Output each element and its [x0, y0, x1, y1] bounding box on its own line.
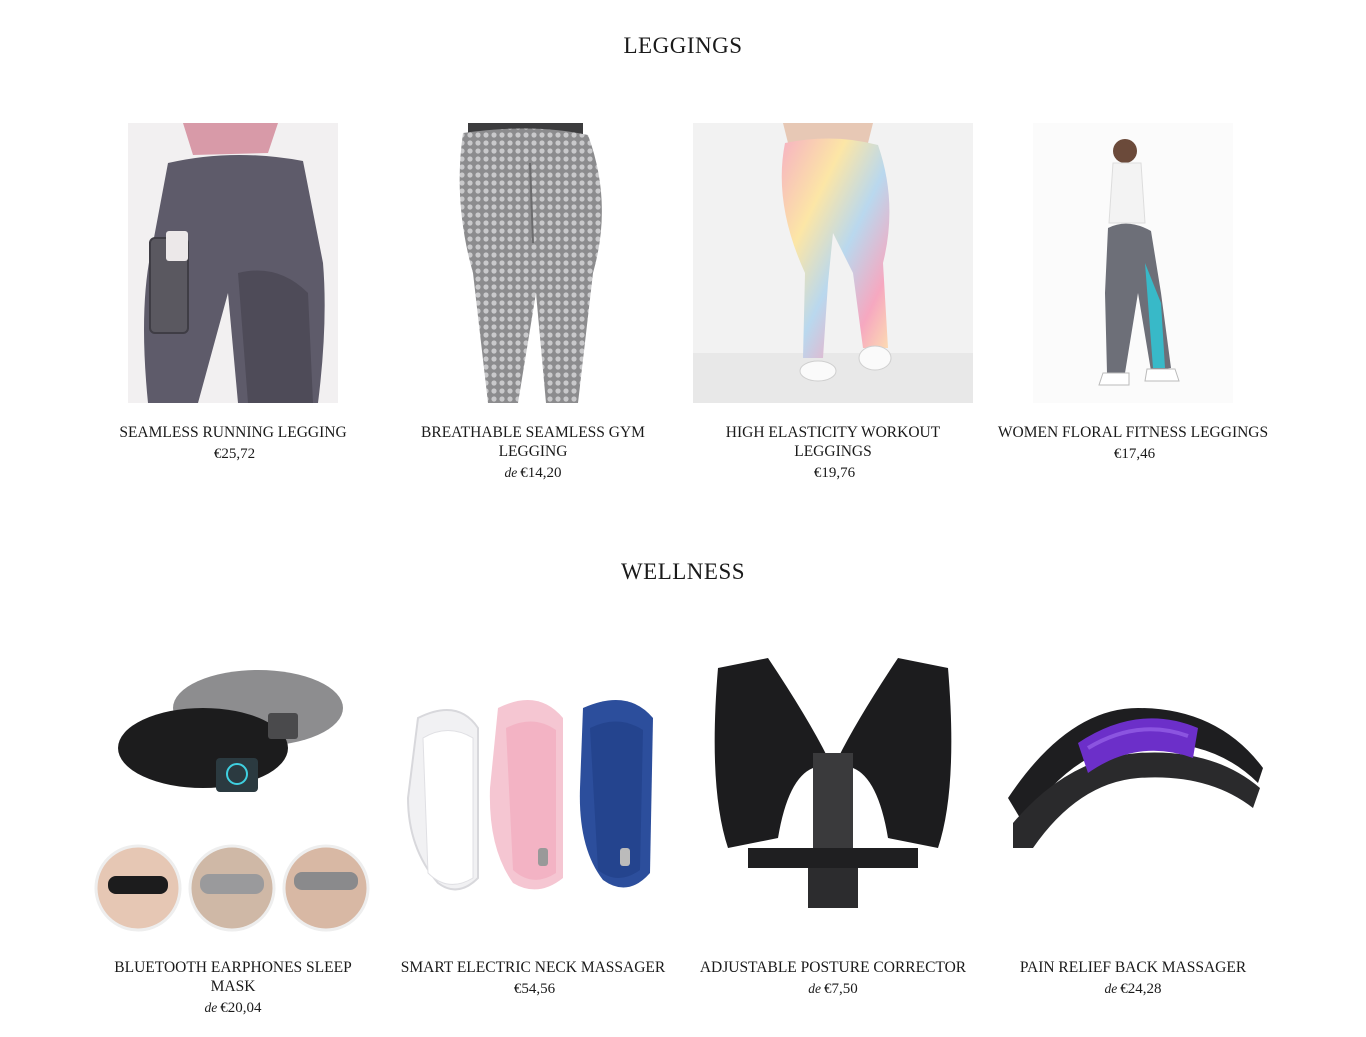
product-card-seamless-running-legging[interactable]: SEAMLESS RUNNING LEGGING €25,72	[88, 123, 378, 463]
product-image-seamless-running-legging[interactable]	[88, 123, 378, 403]
product-image-high-elasticity-workout-leggings[interactable]	[688, 123, 978, 403]
price-value: €54,56	[513, 981, 556, 997]
leggings-section: LEGGINGS SEAMLESS RUNNING LEGGING €25,72	[0, 0, 1366, 520]
product-price: de €24,28	[988, 981, 1278, 998]
product-image-bluetooth-earphones-sleep-mask[interactable]	[88, 648, 378, 938]
product-card-breathable-seamless-gym-legging[interactable]: BREATHABLE SEAMLESS GYM LEGGING de €14,20	[388, 123, 678, 482]
product-price: €17,46	[988, 446, 1278, 463]
product-image-pain-relief-back-massager[interactable]	[988, 648, 1278, 938]
product-price: €54,56	[388, 981, 678, 998]
product-image-breathable-seamless-gym-legging[interactable]	[388, 123, 678, 403]
price-prefix: de	[1104, 981, 1118, 996]
product-name[interactable]: HIGH ELASTICITY WORKOUT LEGGINGS	[688, 423, 978, 461]
product-price: de €20,04	[88, 1000, 378, 1017]
product-card-women-floral-fitness-leggings[interactable]: WOMEN FLORAL FITNESS LEGGINGS €17,46	[988, 123, 1278, 463]
price-prefix: de	[504, 465, 518, 480]
product-price: €19,76	[688, 465, 978, 482]
price-prefix: de	[204, 1000, 218, 1015]
product-name[interactable]: BREATHABLE SEAMLESS GYM LEGGING	[388, 423, 678, 461]
price-value: €7,50	[824, 981, 858, 997]
product-price: €25,72	[88, 446, 378, 463]
product-card-bluetooth-earphones-sleep-mask[interactable]: BLUETOOTH EARPHONES SLEEP MASK de €20,04	[88, 648, 378, 1017]
product-price: de €14,20	[388, 465, 678, 482]
price-value: €20,04	[220, 1000, 262, 1016]
product-name[interactable]: BLUETOOTH EARPHONES SLEEP MASK	[88, 958, 378, 996]
product-name[interactable]: SMART ELECTRIC NECK MASSAGER	[388, 958, 678, 977]
product-card-smart-electric-neck-massager[interactable]: SMART ELECTRIC NECK MASSAGER €54,56	[388, 648, 678, 998]
product-image-women-floral-fitness-leggings[interactable]	[988, 123, 1278, 403]
product-name[interactable]: ADJUSTABLE POSTURE CORRECTOR	[688, 958, 978, 977]
product-card-pain-relief-back-massager[interactable]: PAIN RELIEF BACK MASSAGER de €24,28	[988, 648, 1278, 998]
price-prefix: de	[808, 981, 821, 996]
price-value: €24,28	[1120, 981, 1162, 997]
section-title-wellness: WELLNESS	[620, 559, 746, 584]
product-card-adjustable-posture-corrector[interactable]: ADJUSTABLE POSTURE CORRECTOR de €7,50	[688, 648, 978, 998]
product-card-high-elasticity-workout-leggings[interactable]: HIGH ELASTICITY WORKOUT LEGGINGS €19,76	[688, 123, 978, 482]
section-title-leggings: LEGGINGS	[623, 33, 743, 58]
price-value: €14,20	[520, 465, 562, 481]
product-name[interactable]: SEAMLESS RUNNING LEGGING	[88, 423, 378, 442]
price-value: €17,46	[1113, 446, 1156, 462]
product-image-smart-electric-neck-massager[interactable]	[388, 648, 678, 938]
price-value: €25,72	[213, 446, 256, 462]
product-name[interactable]: PAIN RELIEF BACK MASSAGER	[988, 958, 1278, 977]
product-price: de €7,50	[688, 981, 978, 998]
product-name[interactable]: WOMEN FLORAL FITNESS LEGGINGS	[988, 423, 1278, 442]
wellness-section: WELLNESS BLUETOOTH EARPHONES SLEEP MASK …	[0, 520, 1366, 1037]
product-image-adjustable-posture-corrector[interactable]	[688, 648, 978, 938]
price-value: €19,76	[813, 465, 856, 481]
